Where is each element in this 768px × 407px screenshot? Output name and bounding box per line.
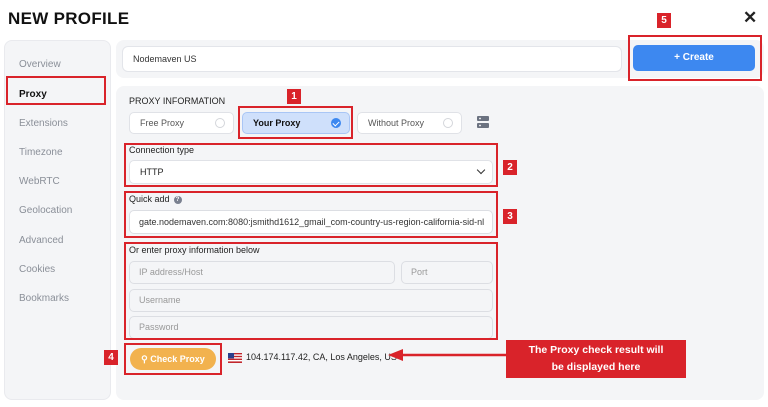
free-proxy-label: Free Proxy	[140, 118, 185, 128]
without-proxy-option[interactable]: Without Proxy	[357, 112, 462, 134]
radio-icon	[215, 118, 225, 128]
profile-name-input[interactable]: Nodemaven US	[122, 46, 622, 72]
sidebar-item-timezone[interactable]: Timezone	[19, 147, 63, 158]
annotation-number: 3	[503, 209, 517, 224]
highlight-box-check-proxy	[124, 343, 222, 375]
close-icon[interactable]: ✕	[743, 8, 757, 28]
sidebar-item-webrtc[interactable]: WebRTC	[19, 176, 60, 187]
proxy-section-label: PROXY INFORMATION	[129, 96, 226, 106]
sidebar-item-extensions[interactable]: Extensions	[19, 118, 68, 129]
annotation-number: 1	[287, 89, 301, 104]
arrow-left-icon	[388, 349, 506, 361]
annotation-number: 5	[657, 13, 671, 28]
sidebar-item-bookmarks[interactable]: Bookmarks	[19, 293, 69, 304]
sidebar-item-overview[interactable]: Overview	[19, 59, 61, 70]
highlight-box-manual-entry	[124, 242, 498, 340]
proxy-list-icon[interactable]	[477, 116, 489, 128]
page-title: NEW PROFILE	[8, 9, 130, 28]
sidebar-item-cookies[interactable]: Cookies	[19, 264, 55, 275]
highlight-box-quick-add	[124, 191, 498, 238]
highlight-box-proxy-tab	[6, 76, 106, 105]
highlight-box-create	[628, 35, 762, 81]
annotation-number: 4	[104, 350, 118, 365]
us-flag-icon	[228, 353, 242, 363]
free-proxy-option[interactable]: Free Proxy	[129, 112, 234, 134]
annotation-number: 2	[503, 160, 517, 175]
highlight-box-connection-type	[124, 143, 498, 187]
highlight-box-your-proxy	[238, 106, 353, 139]
radio-icon	[443, 118, 453, 128]
callout-line: be displayed here	[551, 361, 641, 373]
callout-line: The Proxy check result will	[528, 344, 664, 356]
check-result-callout: The Proxy check result will be displayed…	[506, 340, 686, 378]
proxy-check-result: 104.174.117.42, CA, Los Angeles, US	[246, 352, 397, 362]
without-proxy-label: Without Proxy	[368, 118, 425, 128]
sidebar-item-advanced[interactable]: Advanced	[19, 235, 63, 246]
sidebar-item-geolocation[interactable]: Geolocation	[19, 205, 72, 216]
